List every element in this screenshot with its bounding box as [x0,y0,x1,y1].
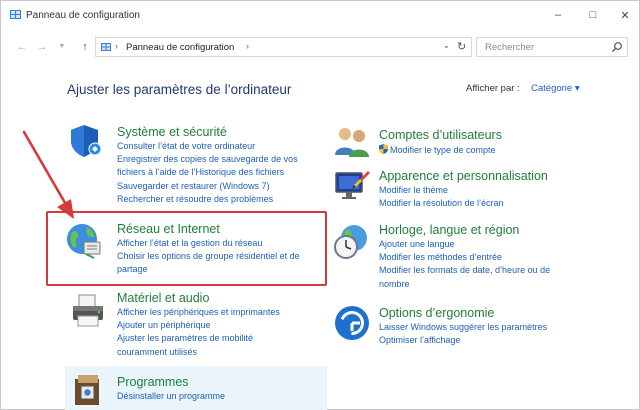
control-panel-icon [101,43,111,51]
clock-globe-icon[interactable] [332,222,372,262]
link-group-appearance: Modifier le thème Modifier la résolution… [379,184,504,210]
programs-icon[interactable] [69,371,107,409]
search-input[interactable]: Rechercher [476,37,628,57]
recent-locations-chevron-icon[interactable]: ▼ [55,40,69,54]
minimize-button[interactable]: – [543,5,573,25]
link-group-system-security: Consulter l’état de votre ordinateur Enr… [117,140,298,206]
link-group-clock-language-region: Ajouter une langue Modifier les méthodes… [379,238,550,291]
category-title-user-accounts[interactable]: Comptes d’utilisateurs [379,128,502,142]
link-network-status[interactable]: Afficher l’état et la gestion du réseau [117,237,300,250]
category-title-appearance[interactable]: Apparence et personnalisation [379,169,548,183]
control-panel-icon [10,10,21,19]
link-backup-file-history[interactable]: Enregistrer des copies de sauvegarde de … [117,153,298,166]
link-group-user-accounts: Modifier le type de compte [379,144,496,157]
users-icon[interactable] [333,125,371,159]
navigation-bar: ← → ▼ ↑ › Panneau de configuration › ⌄ ↻… [1,35,639,61]
up-arrow-icon[interactable]: ↑ [78,40,92,54]
link-screen-resolution[interactable]: Modifier la résolution de l’écran [379,197,504,210]
link-uninstall-program[interactable]: Désinstaller un programme [117,390,225,403]
link-add-language[interactable]: Ajouter une langue [379,238,550,251]
uac-shield-icon [379,144,388,154]
link-group-network-internet: Afficher l’état et la gestion du réseau … [117,237,300,277]
link-windows-suggest-settings[interactable]: Laisser Windows suggérer les paramètres [379,321,547,334]
close-button[interactable]: ✕ [610,5,640,25]
breadcrumb-control-panel[interactable]: Panneau de configuration [126,42,234,53]
link-change-account-type-label: Modifier le type de compte [390,145,496,155]
link-homegroup-sharing-cont[interactable]: partage [117,263,300,276]
address-bar[interactable]: › Panneau de configuration › ⌄ ↻ [95,37,472,57]
category-title-system-security[interactable]: Système et sécurité [117,125,227,139]
breadcrumb-separator[interactable]: › [115,41,118,51]
ease-of-access-icon[interactable] [333,304,371,342]
category-title-clock-language-region[interactable]: Horloge, langue et région [379,223,519,237]
link-add-device[interactable]: Ajouter un périphérique [117,319,280,332]
link-group-programs: Désinstaller un programme [117,390,225,403]
category-title-ease-of-access[interactable]: Options d’ergonomie [379,306,494,320]
control-panel-window: Panneau de configuration – □ ✕ ← → ▼ ↑ ›… [0,0,640,410]
display-icon[interactable] [332,167,372,205]
link-homegroup-sharing[interactable]: Choisir les options de groupe résidentie… [117,250,300,263]
window-title: Panneau de configuration [26,10,140,21]
link-group-hardware-sound: Afficher les périphériques et imprimante… [117,306,280,359]
link-optimize-display[interactable]: Optimiser l’affichage [379,334,547,347]
link-group-ease-of-access: Laisser Windows suggérer les paramètres … [379,321,547,347]
link-devices-printers[interactable]: Afficher les périphériques et imprimante… [117,306,280,319]
link-mobility-settings-cont[interactable]: couramment utilisés [117,346,280,359]
view-by-dropdown[interactable]: Catégorie ▾ [531,83,580,94]
link-backup-restore[interactable]: Sauvegarder et restaurer (Windows 7) [117,180,298,193]
link-mobility-settings[interactable]: Ajuster les paramètres de mobilité [117,332,280,345]
chevron-down-icon[interactable]: ⌄ [443,41,450,50]
link-input-methods[interactable]: Modifier les méthodes d’entrée [379,251,550,264]
maximize-button[interactable]: □ [578,5,608,25]
category-title-hardware-sound[interactable]: Matériel et audio [117,291,209,305]
link-change-theme[interactable]: Modifier le thème [379,184,504,197]
link-view-computer-status[interactable]: Consulter l’état de votre ordinateur [117,140,298,153]
category-title-programs[interactable]: Programmes [117,375,189,389]
title-bar: Panneau de configuration – □ ✕ [1,1,639,29]
page-title: Ajuster les paramètres de l’ordinateur [67,82,292,97]
view-by-label: Afficher par : [466,83,520,94]
network-globe-icon[interactable] [64,220,104,260]
forward-arrow-icon[interactable]: → [35,40,49,54]
shield-icon[interactable] [68,122,104,158]
link-troubleshoot[interactable]: Rechercher et résoudre des problèmes [117,193,298,206]
link-change-account-type[interactable]: Modifier le type de compte [379,144,496,157]
link-backup-file-history-cont[interactable]: fichiers à l’aide de l’Historique des fi… [117,166,298,179]
category-title-network-internet[interactable]: Réseau et Internet [117,222,220,236]
printer-icon[interactable] [69,291,109,331]
link-date-time-formats[interactable]: Modifier les formats de date, d’heure ou… [379,264,550,277]
link-date-time-formats-cont[interactable]: nombre [379,278,550,291]
back-arrow-icon[interactable]: ← [15,40,29,54]
search-placeholder: Rechercher [485,42,535,53]
breadcrumb-separator[interactable]: › [246,41,249,51]
search-icon[interactable] [611,41,623,53]
refresh-icon[interactable]: ↻ [457,40,466,53]
